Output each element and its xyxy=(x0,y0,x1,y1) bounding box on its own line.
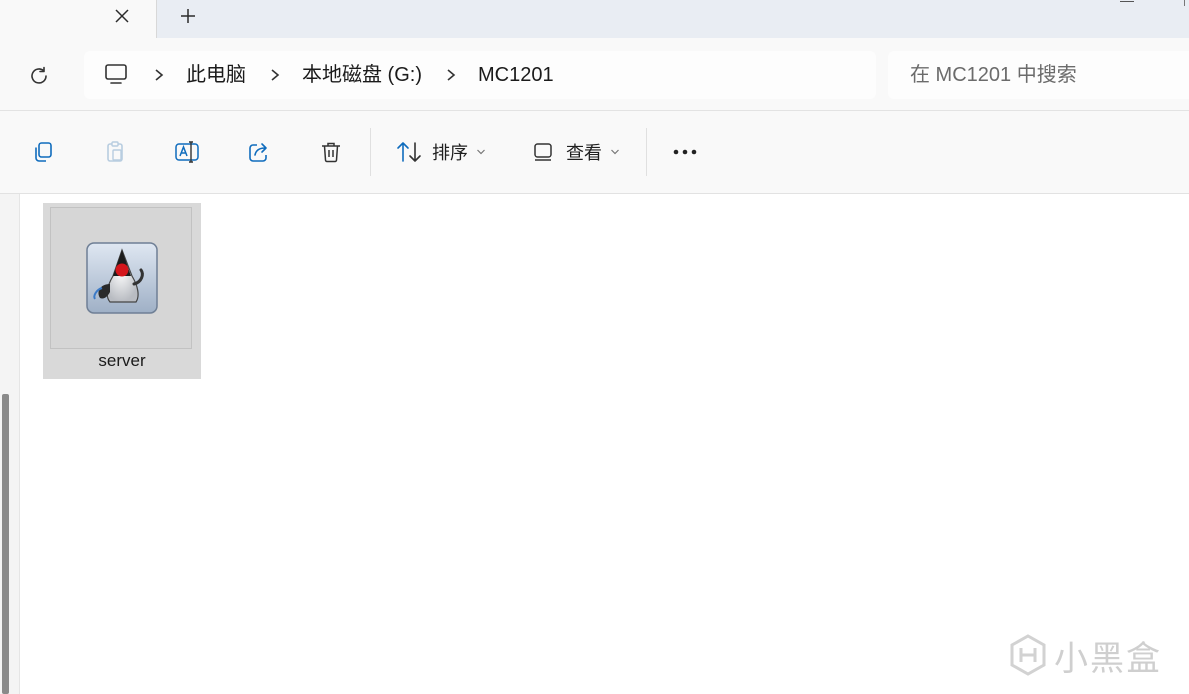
more-icon xyxy=(673,149,697,155)
chevron-down-icon xyxy=(477,149,485,155)
address-bar-row: 此电脑 本地磁盘 (G:) MC1201 在 MC1201 中搜索 xyxy=(0,38,1189,111)
new-tab-button[interactable] xyxy=(174,2,202,30)
tab-current[interactable] xyxy=(0,0,157,38)
copy-button[interactable] xyxy=(26,135,60,169)
java-duke-icon xyxy=(86,242,158,314)
watermark-text: 小黑盒 xyxy=(1054,639,1162,678)
search-box[interactable]: 在 MC1201 中搜索 xyxy=(888,51,1189,99)
rename-icon xyxy=(175,141,199,163)
breadcrumb-item-current-folder[interactable]: MC1201 xyxy=(462,51,572,99)
minimize-button[interactable] xyxy=(1116,0,1138,4)
close-icon xyxy=(115,9,129,23)
heybox-logo-icon xyxy=(1010,634,1046,676)
more-options-button[interactable] xyxy=(668,135,702,169)
file-thumbnail xyxy=(50,207,192,349)
view-button[interactable]: 查看 xyxy=(526,135,620,169)
breadcrumb-this-pc-icon-button[interactable] xyxy=(84,51,148,99)
maximize-button[interactable] xyxy=(1184,0,1189,6)
breadcrumb-separator[interactable] xyxy=(440,51,462,99)
refresh-icon xyxy=(31,66,47,84)
plus-icon xyxy=(181,9,195,23)
breadcrumb-item-local-disk[interactable]: 本地磁盘 (G:) xyxy=(286,51,440,99)
toolbar-divider xyxy=(370,128,371,176)
breadcrumb-separator[interactable] xyxy=(148,51,170,99)
search-placeholder[interactable]: 在 MC1201 中搜索 xyxy=(910,51,1077,99)
share-button[interactable] xyxy=(242,135,276,169)
file-item-server[interactable]: server xyxy=(43,203,201,379)
paste-button[interactable] xyxy=(98,135,132,169)
sort-button[interactable]: 排序 xyxy=(392,135,486,169)
view-icon xyxy=(534,143,552,161)
close-tab-button[interactable] xyxy=(108,2,136,30)
breadcrumb-separator[interactable] xyxy=(264,51,286,99)
refresh-button[interactable] xyxy=(24,61,54,91)
computer-icon xyxy=(105,64,127,84)
delete-button[interactable] xyxy=(314,135,348,169)
chevron-right-icon xyxy=(447,69,456,81)
watermark: 小黑盒 xyxy=(1008,632,1162,678)
breadcrumb-item-this-pc[interactable]: 此电脑 xyxy=(170,51,264,99)
view-label: 查看 xyxy=(566,143,602,163)
file-list-pane[interactable]: server xyxy=(0,194,1189,694)
navigation-pane-edge xyxy=(0,194,20,694)
sort-label: 排序 xyxy=(432,143,468,163)
chevron-right-icon xyxy=(155,69,164,81)
copy-icon xyxy=(35,142,52,162)
navigation-scrollbar[interactable] xyxy=(2,394,9,694)
breadcrumb[interactable]: 此电脑 本地磁盘 (G:) MC1201 xyxy=(84,51,876,99)
chevron-down-icon xyxy=(611,149,619,155)
delete-icon xyxy=(322,142,340,163)
paste-icon xyxy=(107,141,123,162)
sort-icon xyxy=(397,142,421,162)
rename-button[interactable] xyxy=(170,135,204,169)
share-icon xyxy=(249,143,267,162)
command-bar: 排序 查看 xyxy=(0,111,1189,194)
tab-strip xyxy=(0,0,1189,38)
toolbar-divider xyxy=(646,128,647,176)
chevron-right-icon xyxy=(271,69,280,81)
file-name: server xyxy=(98,351,146,370)
